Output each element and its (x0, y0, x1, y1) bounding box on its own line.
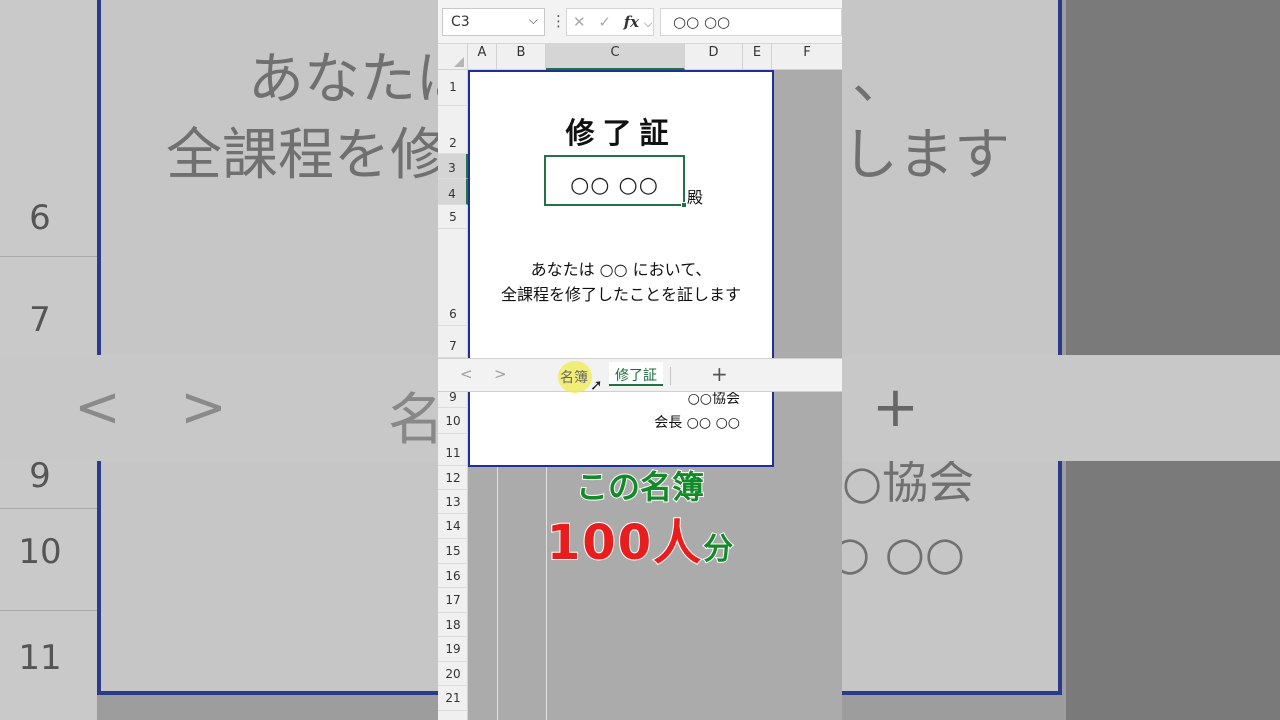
column-header-b[interactable]: B (497, 44, 546, 70)
tab-meibo[interactable]: 名簿 (554, 364, 594, 388)
column-headers: A B C D E F (438, 44, 842, 70)
formula-buttons: ✕ ✓ fx ⌵ (566, 8, 654, 36)
cancel-icon[interactable]: ✕ (573, 13, 586, 31)
tab-shuryosho[interactable]: 修了証 (609, 362, 663, 386)
prev-sheet-icon[interactable]: < (460, 365, 473, 383)
bg-text-line1-end: 、 (852, 47, 908, 112)
tab-divider (670, 367, 671, 385)
more-options-icon[interactable]: ⋮ (551, 12, 566, 30)
honorific: 殿 (687, 188, 704, 207)
bg-row-line (0, 508, 97, 509)
bg-row-number: 6 (29, 198, 51, 238)
row-header[interactable]: 19 (438, 637, 468, 662)
bg-row-number: 11 (18, 638, 62, 678)
excel-window: C3 ⌵ ⋮ ✕ ✓ fx ⌵ ○○ ○○ A B C D E F 1 2 3 … (438, 0, 842, 720)
column-header-e[interactable]: E (743, 44, 772, 70)
caption-line-1: この名簿 (575, 467, 705, 507)
bg-plus-icon: + (872, 375, 919, 440)
mouse-cursor-icon: ➚ (590, 376, 603, 394)
row-header[interactable]: 6 (438, 229, 468, 326)
bg-text-line2: 全課程を修 (166, 123, 446, 188)
body-line-1: あなたは ○○ において、 (530, 260, 712, 279)
row-header[interactable]: 5 (438, 205, 468, 229)
row-header[interactable]: 21 (438, 686, 468, 711)
bg-next-icon: > (180, 375, 227, 440)
caption-unit: 分 (702, 531, 734, 568)
insert-function-icon[interactable]: fx (624, 13, 639, 31)
row-header[interactable]: 17 (438, 588, 468, 613)
bg-row-line (0, 256, 97, 257)
certificate-title: 修了証 (565, 116, 677, 150)
row-header[interactable]: 2 (438, 106, 468, 154)
enter-icon[interactable]: ✓ (598, 13, 611, 31)
bg-row-number: 9 (29, 456, 51, 496)
bg-row-line (0, 610, 97, 611)
president-name: 会長 ○○ ○○ (654, 415, 740, 431)
row-header[interactable]: 20 (438, 662, 468, 686)
name-box-value: C3 (451, 14, 470, 30)
bg-tab: 名 (388, 388, 444, 453)
column-header-a[interactable]: A (468, 44, 497, 70)
selected-name-cell[interactable]: ○○ ○○ (544, 155, 685, 206)
name-box[interactable]: C3 ⌵ (442, 8, 545, 36)
column-header-c[interactable]: C (546, 44, 685, 70)
chevron-down-icon[interactable]: ⌵ (529, 13, 538, 28)
formula-bar: C3 ⌵ ⋮ ✕ ✓ fx ⌵ ○○ ○○ (438, 0, 842, 44)
bg-text-line2-end: します (842, 123, 1010, 188)
row-header-selected[interactable]: 4 (438, 179, 468, 205)
row-header-selected[interactable]: 3 (438, 154, 468, 179)
caption-count: 100人 (546, 514, 704, 572)
row-header[interactable]: 18 (438, 613, 468, 637)
row-header[interactable]: 7 (438, 326, 468, 358)
bg-text-president: ○ ○○ (830, 526, 966, 580)
column-header-f[interactable]: F (772, 44, 842, 70)
chevron-down-icon[interactable]: ⌵ (644, 17, 652, 30)
formula-input[interactable]: ○○ ○○ (660, 8, 842, 36)
bg-prev-icon: < (74, 375, 121, 440)
row-header[interactable]: 1 (438, 70, 468, 106)
add-sheet-icon[interactable]: + (711, 362, 728, 386)
row-header[interactable]: 10 (438, 408, 468, 434)
bg-row-number: 10 (18, 532, 62, 572)
column-header-d[interactable]: D (685, 44, 743, 70)
body-line-2: 全課程を修了したことを証します (500, 285, 741, 304)
caption-line-2: 100人分 (438, 503, 842, 573)
next-sheet-icon[interactable]: > (494, 365, 507, 383)
bg-row-number: 7 (29, 300, 51, 340)
select-all-corner[interactable] (438, 44, 468, 70)
row-headers: 1 2 3 4 5 6 7 9 10 11 12 13 14 15 16 17 … (438, 70, 468, 720)
